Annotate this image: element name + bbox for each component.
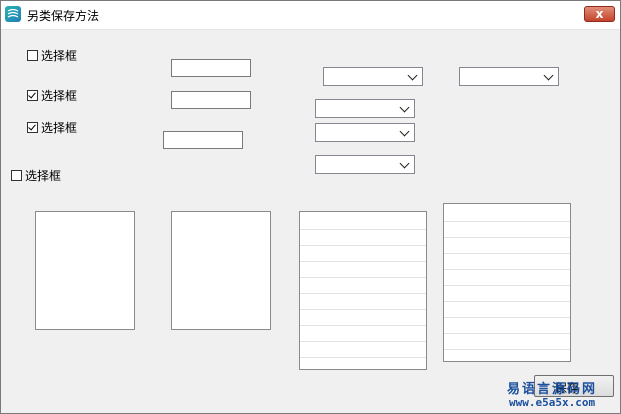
close-button[interactable]: x [584, 6, 615, 22]
chevron-down-icon[interactable] [407, 70, 418, 81]
watermark-url: www.e5a5x.com [509, 396, 596, 409]
text-input-1[interactable] [171, 59, 251, 77]
close-icon: x [595, 7, 604, 21]
checkbox-box[interactable] [27, 49, 38, 61]
list-box-2[interactable] [443, 203, 571, 362]
picture-box-1[interactable] [35, 211, 135, 330]
combo-box-5[interactable] [315, 155, 415, 174]
combo-box-3[interactable] [315, 99, 415, 118]
window-title: 另类保存方法 [27, 9, 100, 23]
chevron-down-icon[interactable] [399, 102, 410, 113]
app-icon [5, 6, 21, 22]
checkbox-box-checked[interactable] [27, 121, 38, 133]
checkbox-box-checked[interactable] [27, 89, 38, 101]
combo-box-2[interactable] [459, 67, 559, 86]
checkbox-2[interactable]: 选择框 [27, 87, 77, 103]
combo-box-1[interactable] [323, 67, 423, 86]
checkbox-3[interactable]: 选择框 [27, 119, 77, 135]
checkbox-label: 选择框 [41, 120, 78, 135]
watermark-text: 易语言源码网 [507, 382, 598, 397]
checkbox-label: 选择框 [25, 168, 62, 183]
checkbox-4[interactable]: 选择框 [11, 167, 61, 183]
checkbox-label: 选择框 [41, 48, 78, 63]
title-bar[interactable]: 另类保存方法 x [1, 1, 620, 30]
checkbox-1[interactable]: 选择框 [27, 47, 77, 63]
combo-box-4[interactable] [315, 123, 415, 142]
chevron-down-icon[interactable] [543, 70, 554, 81]
chevron-down-icon[interactable] [399, 126, 410, 137]
chevron-down-icon[interactable] [399, 158, 410, 169]
checkbox-box[interactable] [11, 169, 22, 181]
app-window: 另类保存方法 x 选择框 选择框 选择框 选择框 保存 易语言源码网 www.e… [0, 0, 621, 414]
text-input-3[interactable] [163, 131, 243, 149]
text-input-2[interactable] [171, 91, 251, 109]
checkbox-label: 选择框 [41, 88, 78, 103]
picture-box-2[interactable] [171, 211, 271, 330]
list-box-1[interactable] [299, 211, 427, 370]
